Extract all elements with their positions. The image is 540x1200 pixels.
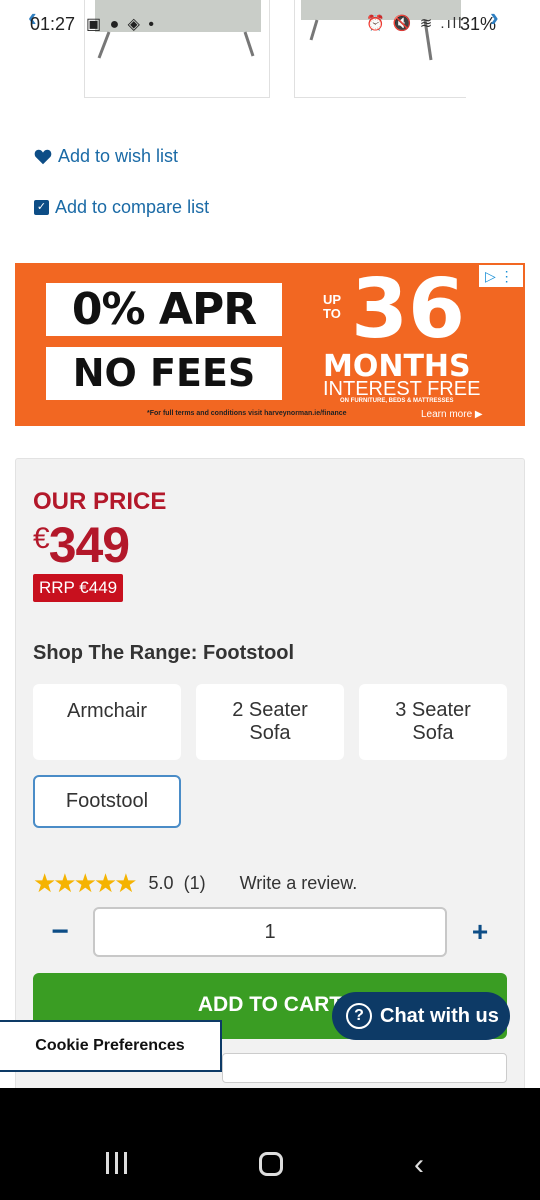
product-page: ‹ 01:27 ▣ ● ◈ • ⏰ 🔇 ≋ .ıll 31% › Add to …: [0, 0, 540, 1200]
ad-furniture-text: ON FURNITURE, BEDS & MATTRESSES: [340, 398, 454, 404]
help-icon: ?: [346, 1003, 372, 1029]
rrp-badge: RRP €449: [33, 574, 124, 602]
gallery-next-icon[interactable]: ›: [490, 2, 499, 33]
ad-learn-more-link[interactable]: Learn more ▶: [421, 409, 483, 420]
ad-fees-text: NO FEES: [46, 347, 282, 400]
ad-apr-text: 0% APR: [46, 283, 282, 336]
cookie-preferences-button[interactable]: Cookie Preferences: [0, 1020, 222, 1072]
add-to-compare-link[interactable]: ✓ Add to compare list: [34, 197, 209, 218]
range-option-armchair[interactable]: Armchair: [33, 684, 181, 760]
option-label: 3 Seater Sofa: [395, 699, 471, 744]
recent-apps-icon[interactable]: [106, 1152, 127, 1174]
add-to-wishlist-link[interactable]: Add to wish list: [34, 146, 178, 167]
quantity-increase-button[interactable]: +: [468, 914, 492, 950]
back-icon[interactable]: ‹: [414, 1148, 424, 1182]
option-label: 2 Seater Sofa: [232, 699, 308, 744]
our-price-label: OUR PRICE: [33, 488, 167, 515]
price-amount: 349: [48, 517, 130, 573]
wishlist-label: Add to wish list: [58, 146, 179, 166]
finance-ad-banner[interactable]: 0% APR NO FEES UP TO 36 MONTHS INTEREST F…: [15, 263, 525, 426]
price-currency: €: [33, 522, 50, 555]
android-nav-bar: ‹: [0, 1088, 540, 1200]
chat-label: Chat with us: [380, 1004, 499, 1027]
ad-number: 36: [351, 262, 466, 357]
quantity-decrease-button[interactable]: −: [48, 914, 72, 950]
heart-icon: [34, 149, 52, 164]
range-option-2-seater-sofa[interactable]: 2 Seater Sofa: [196, 684, 344, 760]
system-icons: ⏰ 🔇 ≋ .ıll: [366, 15, 464, 32]
adchoices-icon[interactable]: ▷ ⋮: [479, 265, 523, 287]
notification-icons: ▣ ● ◈ •: [86, 16, 157, 33]
write-review-link[interactable]: Write a review.: [240, 873, 358, 894]
chat-with-us-button[interactable]: ? Chat with us: [332, 992, 510, 1040]
rating-row: ★★★★★ 5.0 (1) Write a review.: [33, 868, 357, 899]
ad-terms-text: *For full terms and conditions visit har…: [147, 410, 347, 417]
compare-label: Add to compare list: [55, 197, 210, 217]
quantity-input[interactable]: 1: [93, 907, 447, 957]
rating-count[interactable]: (1): [184, 873, 206, 894]
star-rating-icon[interactable]: ★★★★★: [33, 868, 138, 899]
price-value: €349: [33, 516, 130, 574]
home-icon[interactable]: [259, 1152, 283, 1176]
status-bar: ‹ 01:27 ▣ ● ◈ • ⏰ 🔇 ≋ .ıll 31% ›: [0, 0, 540, 50]
range-title: Shop The Range: Footstool: [33, 642, 295, 664]
checkbox-icon: ✓: [34, 200, 49, 215]
rating-score: 5.0: [148, 873, 174, 893]
secondary-button[interactable]: [222, 1053, 507, 1083]
ad-upto-text: UP TO: [323, 292, 342, 321]
status-time: 01:27: [30, 14, 76, 34]
range-option-footstool[interactable]: Footstool: [33, 775, 181, 828]
range-option-3-seater-sofa[interactable]: 3 Seater Sofa: [359, 684, 507, 760]
